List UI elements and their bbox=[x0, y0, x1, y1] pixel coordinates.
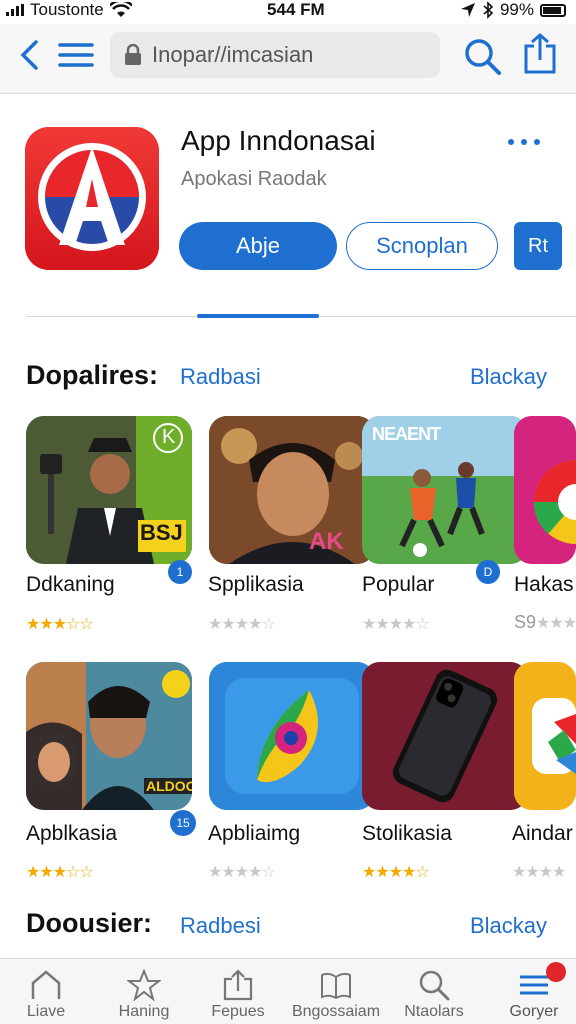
section-link-1[interactable]: Radbesi bbox=[180, 913, 261, 939]
rating-stars: ★★★★☆ bbox=[208, 864, 276, 881]
app-name: Hakas bbox=[514, 573, 574, 596]
status-right: 99% bbox=[460, 0, 566, 20]
notification-badge bbox=[546, 962, 566, 982]
more-options-icon[interactable] bbox=[508, 132, 548, 152]
app-badge: 15 bbox=[170, 810, 196, 836]
app-name: Apblkasia bbox=[26, 822, 118, 845]
tab-label: Ntaolars bbox=[404, 1003, 464, 1020]
get-button[interactable]: Abje bbox=[179, 222, 337, 270]
app-subtitle: Apokasi Raodak bbox=[181, 168, 327, 190]
tab-library[interactable]: Bngossaiam bbox=[286, 959, 386, 1024]
tab-home[interactable]: Liave bbox=[0, 959, 96, 1024]
rating-stars: ★★★★☆ bbox=[362, 864, 430, 881]
app-name: Popular bbox=[362, 573, 435, 596]
search-icon bbox=[419, 970, 450, 1001]
section-link-2[interactable]: Blackay bbox=[470, 913, 547, 939]
app-badge: 1 bbox=[168, 560, 192, 584]
bluetooth-icon bbox=[483, 1, 494, 19]
star-icon bbox=[127, 969, 161, 1001]
section-link-1[interactable]: Radbasi bbox=[180, 364, 261, 390]
rating-label: S9 bbox=[514, 612, 537, 632]
app-tile-4[interactable] bbox=[514, 416, 576, 564]
app-tile-5[interactable]: ALDOOT bbox=[26, 662, 192, 810]
section-title: Dopalires: bbox=[26, 360, 159, 390]
signal-icon bbox=[6, 4, 24, 16]
app-badge: D bbox=[476, 560, 500, 584]
rating-stars: ★★★☆☆ bbox=[26, 616, 94, 633]
app-tile-3[interactable]: NEAENT bbox=[362, 416, 528, 564]
section-link-2[interactable]: Blackay bbox=[470, 364, 547, 390]
tab-search[interactable]: Ntaolars bbox=[384, 959, 484, 1024]
tab-label: Liave bbox=[26, 1003, 66, 1020]
address-text: Inopar//imcasian bbox=[152, 42, 314, 67]
location-icon bbox=[460, 3, 475, 17]
book-icon bbox=[321, 972, 351, 1000]
app-tile-6[interactable] bbox=[209, 662, 375, 810]
app-name: Apbliaimg bbox=[208, 822, 301, 845]
upload-icon bbox=[223, 969, 253, 1001]
tile-banner: NEAENT bbox=[372, 424, 441, 444]
app-name: Ddkaning bbox=[26, 573, 115, 596]
tile-banner: ALDOOT bbox=[144, 778, 192, 794]
tab-label: Bngossaiam bbox=[291, 1003, 381, 1020]
app-tile-8[interactable] bbox=[514, 662, 576, 810]
app-store-page: Toustonte 544 FM 99% Inopar//imcasian Ap… bbox=[0, 0, 576, 1024]
lock-icon bbox=[125, 44, 141, 65]
app-name: Aindar bbox=[512, 822, 573, 845]
app-title: App Inndonasai bbox=[181, 125, 376, 156]
battery-percent: 99% bbox=[499, 0, 534, 19]
app-name: Stolikasia bbox=[362, 822, 452, 845]
tile-corner-letter: K bbox=[162, 426, 176, 448]
bottom-tab-bar: Liave Haning Fepues Bngossaiam Ntaolars … bbox=[0, 958, 576, 1024]
rating-stars: ★★★★ bbox=[512, 864, 566, 881]
app-name: Spplikasia bbox=[208, 573, 304, 596]
app-tile-2[interactable]: AK bbox=[209, 416, 375, 564]
tab-ranking[interactable]: Haning bbox=[94, 959, 194, 1024]
tab-label: Haning bbox=[118, 1003, 170, 1020]
home-icon bbox=[31, 970, 61, 999]
wifi-icon bbox=[109, 2, 132, 17]
rating-stars: ★★★★☆ bbox=[208, 616, 276, 633]
status-bar: Toustonte 544 FM 99% bbox=[0, 0, 576, 20]
rating-stars-trailing: S9★★★★ bbox=[514, 612, 576, 633]
tab-features[interactable]: Fepues bbox=[188, 959, 288, 1024]
menu-icon[interactable] bbox=[58, 40, 94, 70]
app-tile-7[interactable] bbox=[362, 662, 528, 810]
tab-label: Fepues bbox=[211, 1003, 265, 1020]
rating-stars: ★★★☆☆ bbox=[26, 864, 94, 881]
tile-tag: BSJ bbox=[140, 520, 183, 545]
back-chevron-icon[interactable] bbox=[16, 38, 42, 72]
status-left: Toustonte bbox=[6, 0, 132, 20]
share-icon[interactable] bbox=[522, 32, 558, 74]
rating-stars: ★★★★ bbox=[536, 615, 576, 632]
active-tab-indicator bbox=[197, 314, 319, 318]
browser-toolbar: Inopar//imcasian bbox=[0, 24, 576, 94]
tab-label: Goryer bbox=[509, 1003, 559, 1020]
app-logo-icon bbox=[25, 127, 159, 270]
address-bar[interactable]: Inopar//imcasian bbox=[110, 32, 440, 78]
search-icon[interactable] bbox=[462, 36, 502, 76]
secondary-button[interactable]: Scnoplan bbox=[346, 222, 498, 270]
tile-tag: AK bbox=[309, 528, 344, 555]
clock-label: 544 FM bbox=[267, 0, 325, 19]
section-title: Doousier: bbox=[26, 908, 153, 938]
battery-icon bbox=[540, 3, 566, 17]
app-tile-1[interactable]: BSJ K bbox=[26, 416, 192, 564]
rating-stars: ★★★★☆ bbox=[362, 616, 430, 633]
square-action-button[interactable]: Rt bbox=[514, 222, 562, 270]
carrier-label: Toustonte bbox=[30, 0, 104, 19]
